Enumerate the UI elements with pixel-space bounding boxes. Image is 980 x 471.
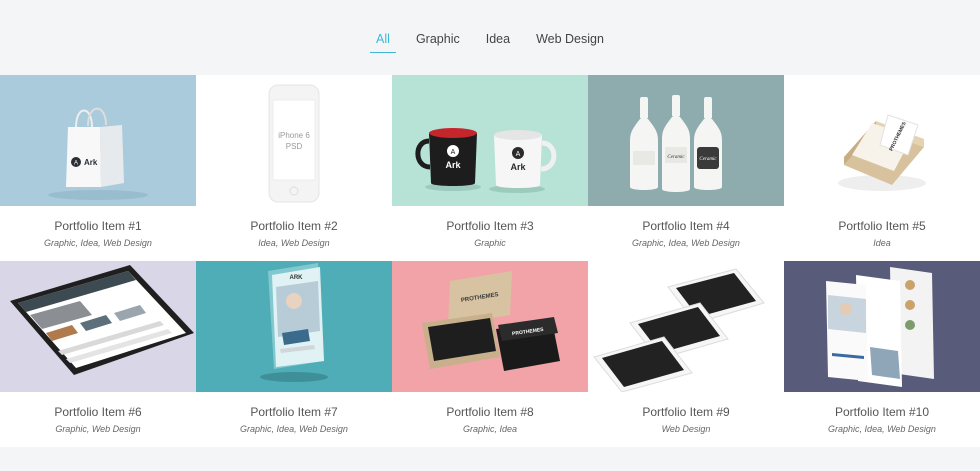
portfolio-title[interactable]: Portfolio Item #5: [784, 219, 980, 233]
portfolio-thumbnail[interactable]: [588, 261, 784, 392]
portfolio-caption: Portfolio Item #10 Graphic, Idea, Web De…: [784, 392, 980, 447]
portfolio-categories: Graphic, Idea, Web Design: [240, 424, 348, 434]
business-cards-image: PROTHEMES PROTHEMES: [422, 271, 560, 371]
portfolio-caption: Portfolio Item #5 Idea: [784, 206, 980, 261]
portfolio-categories: Idea, Web Design: [258, 238, 330, 248]
portfolio-thumbnail[interactable]: [0, 261, 196, 392]
svg-text:PSD: PSD: [286, 142, 303, 151]
portfolio-title[interactable]: Portfolio Item #6: [0, 405, 196, 419]
svg-text:A: A: [451, 149, 456, 156]
bottles-image: Ceramic Ceramic: [630, 95, 722, 192]
svg-text:A: A: [516, 151, 521, 158]
svg-text:Ceramic: Ceramic: [667, 155, 685, 160]
filter-web-design[interactable]: Web Design: [533, 32, 607, 50]
portfolio-categories: Graphic, Web Design: [55, 424, 141, 434]
portfolio-title[interactable]: Portfolio Item #3: [392, 219, 588, 233]
screens-mockup-image: [826, 267, 934, 387]
portfolio-caption: Portfolio Item #6 Graphic, Web Design: [0, 392, 196, 447]
portfolio-thumbnail[interactable]: PROTHEMES: [784, 75, 980, 206]
portfolio-categories: Graphic, Idea, Web Design: [632, 238, 740, 248]
portfolio-caption: Portfolio Item #1 Graphic, Idea, Web Des…: [0, 206, 196, 261]
filter-all[interactable]: All: [370, 32, 396, 53]
portfolio-item-5[interactable]: PROTHEMES Portfolio Item #5 Idea: [784, 75, 980, 261]
portfolio-caption: Portfolio Item #9 Web Design: [588, 392, 784, 447]
portfolio-thumbnail[interactable]: A Ark A Ark: [392, 75, 588, 206]
portfolio-caption: Portfolio Item #8 Graphic, Idea: [392, 392, 588, 447]
portfolio-title[interactable]: Portfolio Item #1: [0, 219, 196, 233]
svg-text:Ark: Ark: [445, 160, 461, 170]
svg-text:Ark: Ark: [510, 162, 526, 172]
portfolio-categories: Graphic, Idea, Web Design: [828, 424, 936, 434]
portfolio-item-3[interactable]: A Ark A Ark Portfolio Item #3 Graphic: [392, 75, 588, 261]
portfolio-item-9[interactable]: Portfolio Item #9 Web Design: [588, 261, 784, 447]
portfolio-item-1[interactable]: A Ark Portfolio Item #1 Graphic, Idea, W…: [0, 75, 196, 261]
svg-text:Ceramic: Ceramic: [699, 157, 717, 162]
portfolio-filter-bar: All Graphic Idea Web Design: [0, 0, 980, 75]
filter-graphic[interactable]: Graphic: [413, 32, 463, 50]
portfolio-thumbnail[interactable]: ARK: [196, 261, 392, 392]
filter-idea[interactable]: Idea: [483, 32, 513, 50]
portfolio-title[interactable]: Portfolio Item #10: [784, 405, 980, 419]
portfolio-grid: A Ark Portfolio Item #1 Graphic, Idea, W…: [0, 75, 980, 447]
portfolio-title[interactable]: Portfolio Item #8: [392, 405, 588, 419]
svg-text:iPhone 6: iPhone 6: [278, 131, 310, 140]
glass-phone-image: ARK: [260, 263, 328, 382]
portfolio-item-7[interactable]: ARK Portfolio Item #7 Graphic, Idea, Web…: [196, 261, 392, 447]
portfolio-item-2[interactable]: iPhone 6 PSD Portfolio Item #2 Idea, Web…: [196, 75, 392, 261]
portfolio-thumbnail[interactable]: Ceramic Ceramic: [588, 75, 784, 206]
portfolio-caption: Portfolio Item #7 Graphic, Idea, Web Des…: [196, 392, 392, 447]
portfolio-item-8[interactable]: PROTHEMES PROTHEMES Portfolio Item #8 Gr…: [392, 261, 588, 447]
portfolio-thumbnail[interactable]: A Ark: [0, 75, 196, 206]
phones-image: [593, 268, 765, 392]
portfolio-thumbnail[interactable]: PROTHEMES PROTHEMES: [392, 261, 588, 392]
portfolio-categories: Graphic, Idea: [462, 424, 518, 434]
portfolio-categories: Graphic: [474, 238, 506, 248]
portfolio-caption: Portfolio Item #4 Graphic, Idea, Web Des…: [588, 206, 784, 261]
mugs-image: A Ark A Ark: [415, 128, 557, 193]
portfolio-thumbnail[interactable]: [784, 261, 980, 392]
svg-text:Ark: Ark: [84, 158, 98, 167]
portfolio-caption: Portfolio Item #2 Idea, Web Design: [196, 206, 392, 261]
portfolio-caption: Portfolio Item #3 Graphic: [392, 206, 588, 261]
phone-mockup-image: iPhone 6 PSD: [268, 84, 320, 203]
portfolio-item-6[interactable]: Portfolio Item #6 Graphic, Web Design: [0, 261, 196, 447]
portfolio-categories: Graphic, Idea, Web Design: [44, 238, 152, 248]
portfolio-title[interactable]: Portfolio Item #2: [196, 219, 392, 233]
page-bottom-band: [0, 447, 980, 471]
card-box-image: PROTHEMES: [838, 114, 926, 191]
svg-text:A: A: [74, 161, 78, 167]
svg-text:ARK: ARK: [290, 275, 304, 281]
portfolio-item-10[interactable]: Portfolio Item #10 Graphic, Idea, Web De…: [784, 261, 980, 447]
portfolio-categories: Idea: [873, 238, 891, 248]
portfolio-thumbnail[interactable]: iPhone 6 PSD: [196, 75, 392, 206]
portfolio-title[interactable]: Portfolio Item #4: [588, 219, 784, 233]
portfolio-categories: Web Design: [661, 424, 711, 434]
tablet-mockup-image: [10, 265, 194, 375]
shopping-bag-image: A Ark: [48, 107, 148, 200]
portfolio-item-4[interactable]: Ceramic Ceramic Portfolio Item #4 Graphi…: [588, 75, 784, 261]
portfolio-title[interactable]: Portfolio Item #7: [196, 405, 392, 419]
portfolio-title[interactable]: Portfolio Item #9: [588, 405, 784, 419]
